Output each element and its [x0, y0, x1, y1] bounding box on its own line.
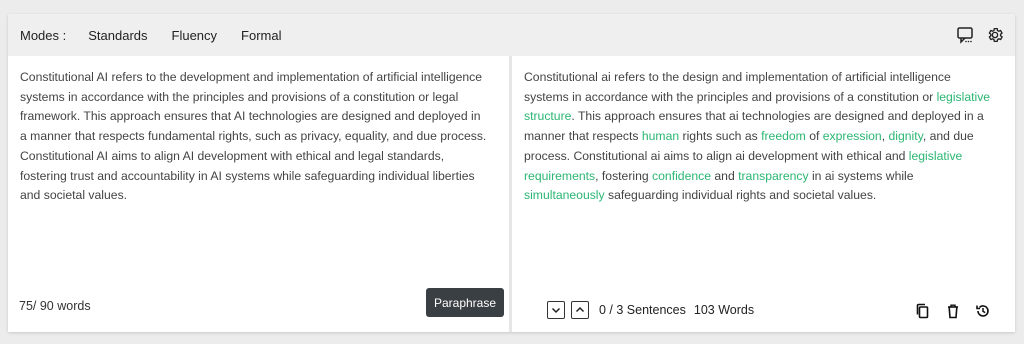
output-text-segment: and	[711, 168, 739, 183]
sentence-navigation: 0 / 3 Sentences 103 Words	[547, 301, 754, 319]
copy-icon[interactable]	[913, 301, 933, 321]
toolbar-icons	[955, 25, 1005, 45]
modes-label: Modes :	[20, 27, 67, 43]
changed-word[interactable]: dignity	[889, 129, 923, 143]
changed-word[interactable]: human	[642, 129, 679, 143]
mode-fluency[interactable]: Fluency	[172, 28, 218, 43]
changed-word[interactable]: confidence	[652, 169, 711, 183]
changed-word[interactable]: expression	[823, 129, 882, 143]
previous-sentence-button[interactable]	[571, 301, 589, 319]
paraphraser-panel: Modes : Standards Fluency Formal Constit…	[8, 14, 1015, 332]
chevron-down-icon	[551, 307, 561, 314]
output-actions	[913, 301, 993, 321]
output-text-segment: in ai systems while	[808, 168, 914, 183]
paraphrase-button[interactable]: Paraphrase	[426, 288, 504, 317]
output-text-segment: of	[805, 129, 823, 144]
history-icon[interactable]	[973, 301, 993, 321]
output-text-segment: , fostering	[595, 168, 653, 183]
output-word-count: 103 Words	[693, 303, 755, 317]
input-text[interactable]: Constitutional AI refers to the developm…	[20, 68, 488, 206]
sentence-counter: 0 / 3 Sentences	[599, 303, 686, 317]
panel-divider	[509, 56, 512, 332]
output-text-segment: rights such as	[679, 129, 762, 144]
output-text-segment: safeguarding individual rights and socie…	[604, 188, 877, 203]
changed-word[interactable]: simultaneously	[524, 188, 605, 202]
changed-word[interactable]: freedom	[761, 129, 806, 143]
changed-word[interactable]: transparency	[738, 169, 808, 183]
next-sentence-button[interactable]	[547, 301, 565, 319]
modes-toolbar: Modes : Standards Fluency Formal	[8, 14, 1015, 56]
input-word-count: 75/ 90 words	[19, 299, 91, 313]
paraphrased-output-text: Constitutional ai refers to the design a…	[524, 68, 994, 206]
mode-formal[interactable]: Formal	[241, 28, 281, 43]
chevron-up-icon	[575, 306, 585, 313]
settings-gear-icon[interactable]	[985, 25, 1005, 45]
trash-icon[interactable]	[943, 301, 963, 321]
output-text-segment: ,	[881, 129, 889, 144]
comment-icon[interactable]	[955, 25, 975, 45]
mode-standards[interactable]: Standards	[88, 28, 147, 43]
output-text-segment: Constitutional ai refers to the design a…	[524, 70, 951, 104]
